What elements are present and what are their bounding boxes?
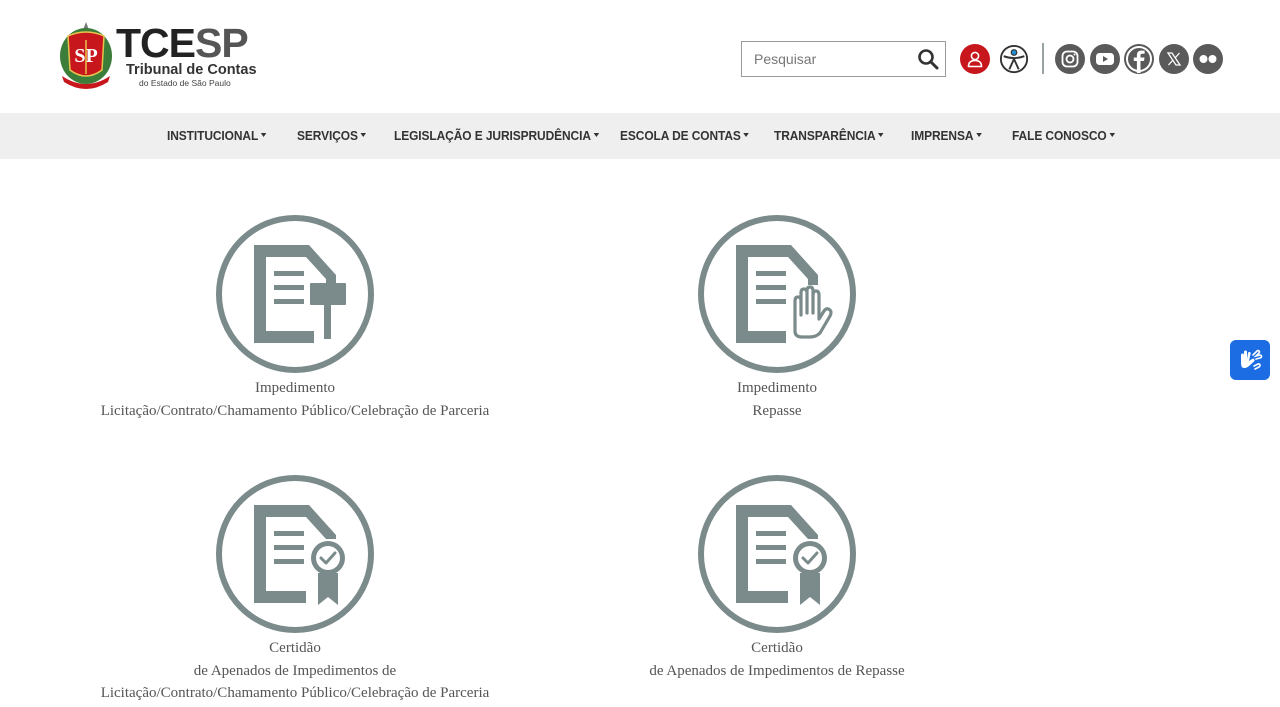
site-header: SP TCESP Tribunal de Contas do Estado de… <box>0 0 1280 113</box>
accessibility-icon <box>999 44 1029 74</box>
brand-subtitle: Tribunal de Contas <box>126 62 257 78</box>
caret-down-icon <box>360 132 367 137</box>
instagram-icon <box>1061 50 1079 68</box>
facebook-link[interactable] <box>1124 44 1154 74</box>
search-input[interactable] <box>742 42 912 76</box>
nav-servicos[interactable]: SERVIÇOS <box>297 128 367 143</box>
card-caption: Certidão de Apenados de Impedimentos de … <box>649 640 905 679</box>
document-certificate-icon <box>216 475 374 633</box>
brand-name: TCESP <box>116 20 249 66</box>
card-caption: Impedimento Repasse <box>737 380 817 419</box>
caret-down-icon <box>878 132 884 137</box>
tcesp-logo[interactable]: SP TCESP Tribunal de Contas do Estado de… <box>56 20 276 92</box>
card-caption: Impedimento Licitação/Contrato/Chamament… <box>100 380 490 419</box>
accessibility-button[interactable] <box>999 44 1029 74</box>
caret-down-icon <box>1109 132 1115 137</box>
nav-escola-de-contas[interactable]: ESCOLA DE CONTAS <box>620 128 750 143</box>
flickr-icon <box>1199 55 1217 63</box>
facebook-icon <box>1126 46 1152 73</box>
caret-down-icon <box>260 132 267 137</box>
x-icon <box>1166 52 1182 66</box>
document-hand-icon <box>698 215 856 373</box>
youtube-icon <box>1096 53 1114 65</box>
brand-subtitle-state: do Estado de São Paulo <box>139 78 231 88</box>
nav-legislacao[interactable]: LEGISLAÇÃO E JURISPRUDÊNCIA <box>394 128 600 143</box>
nav-institucional[interactable]: INSTITUCIONAL <box>167 128 267 143</box>
instagram-link[interactable] <box>1055 44 1085 74</box>
card-caption: Certidão de Apenados de Impedimentos de … <box>100 640 490 701</box>
document-gavel-icon <box>216 215 374 373</box>
login-button[interactable] <box>960 44 990 74</box>
header-divider <box>1042 43 1044 74</box>
sao-paulo-seal-icon: SP <box>60 22 112 89</box>
flickr-link[interactable] <box>1193 44 1223 74</box>
caret-down-icon <box>593 132 600 137</box>
user-icon <box>967 51 983 68</box>
document-certificate-icon <box>698 475 856 633</box>
caret-down-icon <box>743 132 750 137</box>
main-nav: INSTITUCIONAL SERVIÇOS LEGISLAÇÃO E JURI… <box>0 113 1280 159</box>
search-icon[interactable] <box>917 48 939 70</box>
youtube-link[interactable] <box>1090 44 1120 74</box>
caret-down-icon <box>976 132 982 137</box>
nav-transparencia[interactable]: TRANSPARÊNCIA <box>774 128 884 143</box>
nav-fale-conosco[interactable]: FALE CONOSCO <box>1012 128 1115 143</box>
sign-language-icon <box>1241 349 1263 370</box>
vlibras-button[interactable] <box>1230 340 1270 380</box>
x-link[interactable] <box>1159 44 1189 74</box>
search-box <box>741 41 946 77</box>
nav-imprensa[interactable]: IMPRENSA <box>911 128 982 143</box>
